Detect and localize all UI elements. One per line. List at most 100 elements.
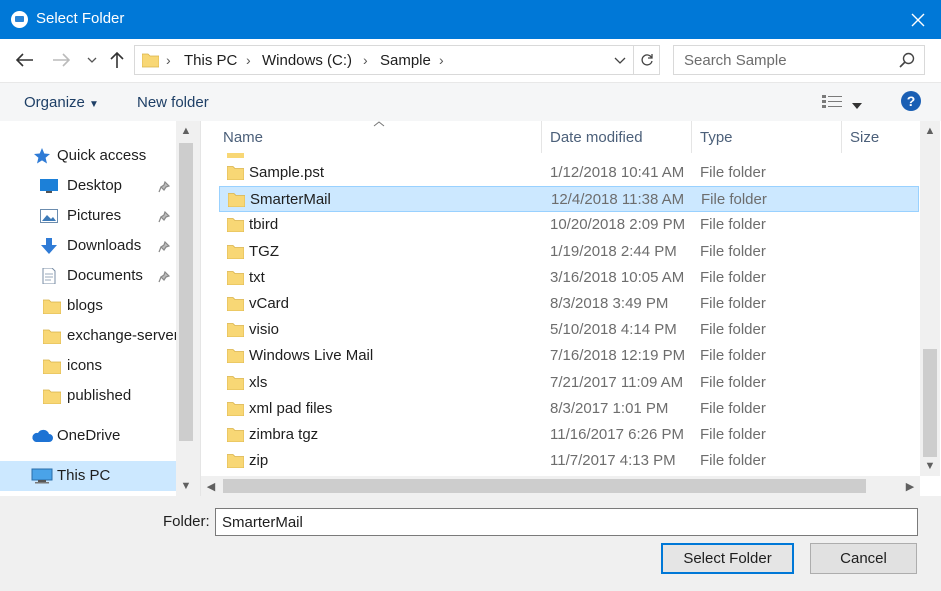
chevron-down-icon [87,57,97,63]
up-button[interactable] [104,47,130,73]
sort-ascending-icon [373,121,385,127]
view-dropdown-button[interactable] [852,96,866,109]
nav-item-onedrive[interactable]: OneDrive [0,421,176,451]
file-row[interactable]: tbird 10/20/2018 2:09 PM File folder [219,212,919,238]
nav-item-quick-access[interactable]: Quick access [0,141,176,171]
folder-icon [43,299,61,314]
scroll-right-arrow-icon[interactable]: ▶ [900,476,920,496]
view-options-button[interactable] [822,94,846,110]
file-row[interactable]: zip 11/7/2017 4:13 PM File folder [219,448,919,474]
breadcrumb-separator: › [439,52,444,68]
file-date-modified: 8/3/2018 3:49 PM [550,295,669,312]
file-list-vertical-scrollbar[interactable]: ▲ ▼ [920,121,940,476]
file-row[interactable]: xml pad files 8/3/2017 1:01 PM File folder [219,396,919,422]
scroll-left-arrow-icon[interactable]: ◀ [201,476,221,496]
folder-icon [227,428,244,442]
folder-icon [227,349,244,363]
file-date-modified: 5/10/2018 4:14 PM [550,321,677,338]
folder-icon [227,323,244,337]
select-folder-button[interactable]: Select Folder [661,543,794,574]
window-title: Select Folder [36,10,125,27]
column-header-size[interactable]: Size [850,129,879,146]
file-row[interactable]: vCard 8/3/2018 3:49 PM File folder [219,291,919,317]
navigation-pane: Quick access Desktop Pictures Downloads … [0,121,196,496]
scroll-thumb[interactable] [179,143,193,441]
scroll-thumb[interactable] [923,349,937,457]
column-header-type[interactable]: Type [700,129,733,146]
scroll-down-arrow-icon[interactable]: ▼ [176,476,196,496]
file-date-modified: 8/3/2017 1:01 PM [550,400,669,417]
nav-item-this-pc[interactable]: This PC [0,461,176,491]
nav-item-downloads[interactable]: Downloads [0,231,176,261]
pin-icon [158,210,171,223]
document-icon [42,268,56,284]
file-name: txt [249,269,265,286]
scroll-up-arrow-icon[interactable]: ▲ [920,121,940,141]
search-icon[interactable] [898,51,916,69]
close-button[interactable] [895,0,941,39]
folder-icon [43,389,61,404]
refresh-icon [641,54,653,66]
new-folder-button[interactable]: New folder [137,94,209,111]
nav-pane-scrollbar[interactable]: ▲ ▼ [176,121,196,496]
scroll-up-arrow-icon[interactable]: ▲ [176,121,196,141]
folder-label: Folder: [163,513,210,530]
file-list-horizontal-scrollbar[interactable]: ◀ ▶ [201,476,920,496]
nav-item-exchange-server[interactable]: exchange-server [0,321,176,351]
file-row[interactable]: TGZ 1/19/2018 2:44 PM File folder [219,239,919,265]
folder-icon [43,359,61,374]
file-list-pane: Name Date modified Type Size Sample.pst 1… [200,121,941,496]
file-row[interactable]: xls 7/21/2017 11:09 AM File folder [219,370,919,396]
address-bar[interactable]: › This PC › Windows (C:) › Sample › [134,45,660,75]
file-row[interactable]: SmarterMail 12/4/2018 11:38 AM File folder [219,186,919,212]
recent-locations-button[interactable] [84,47,100,73]
cancel-button[interactable]: Cancel [810,543,917,574]
forward-button[interactable] [48,47,74,73]
column-header-date[interactable]: Date modified [550,129,643,146]
help-button[interactable]: ? [901,91,921,111]
nav-item-icons[interactable]: icons [0,351,176,381]
cloud-icon [32,429,53,442]
file-name: SmarterMail [250,191,331,208]
chevron-down-icon [614,57,626,64]
file-name: TGZ [249,243,279,260]
search-box[interactable]: Search Sample [673,45,925,75]
file-row[interactable]: Sample.pst 1/12/2018 10:41 AM File folder [219,160,919,186]
folder-icon [227,166,244,180]
column-header-name[interactable]: Name [223,129,263,146]
file-row[interactable]: zimbra tgz 11/16/2017 6:26 PM File folder [219,422,919,448]
nav-item-pictures[interactable]: Pictures [0,201,176,231]
breadcrumb-this-pc[interactable]: This PC [184,52,237,69]
desktop-icon [40,179,58,193]
file-row[interactable]: txt 3/16/2018 10:05 AM File folder [219,265,919,291]
organize-button[interactable]: Organize ▼ [24,94,99,111]
file-type: File folder [700,164,766,181]
file-type: File folder [700,269,766,286]
file-date-modified: 1/12/2018 10:41 AM [550,164,685,181]
chevron-down-icon: ▼ [89,99,99,110]
file-row[interactable]: visio 5/10/2018 4:14 PM File folder [219,317,919,343]
breadcrumb-separator: › [246,52,251,68]
breadcrumb-windows-c[interactable]: Windows (C:) [262,52,352,69]
close-icon [911,13,925,26]
folder-icon [227,376,244,390]
forward-arrow-icon [53,53,70,67]
scroll-thumb[interactable] [223,479,866,493]
scroll-down-arrow-icon[interactable]: ▼ [920,456,940,476]
nav-item-desktop[interactable]: Desktop [0,171,176,201]
up-arrow-icon [110,51,124,68]
folder-icon [227,454,244,468]
nav-item-published[interactable]: published [0,381,176,411]
back-arrow-icon [16,53,33,67]
breadcrumb-sample[interactable]: Sample [380,52,431,69]
nav-item-blogs[interactable]: blogs [0,291,176,321]
back-button[interactable] [12,47,38,73]
search-input[interactable]: Search Sample [684,52,787,69]
refresh-button[interactable] [633,46,660,74]
address-dropdown-button[interactable] [609,46,631,74]
nav-item-documents[interactable]: Documents [0,261,176,291]
folder-name-input[interactable] [215,508,918,536]
breadcrumb-separator: › [363,52,368,68]
file-row[interactable]: Windows Live Mail 7/16/2018 12:19 PM File … [219,343,919,369]
file-name: vCard [249,295,290,312]
